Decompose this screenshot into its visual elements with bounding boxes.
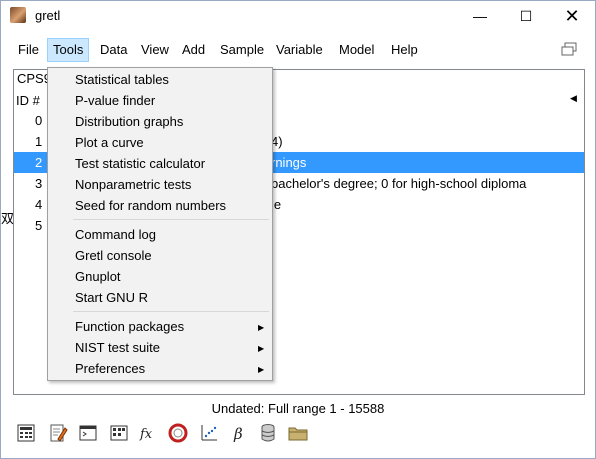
console-icon[interactable]: [77, 422, 99, 444]
title-bar[interactable]: gretl — ☐ ✕: [1, 1, 595, 31]
menu-item-plot-a-curve[interactable]: Plot a curve: [75, 133, 144, 153]
row-id: 1: [35, 134, 43, 149]
menu-help[interactable]: Help: [386, 39, 423, 61]
menu-model[interactable]: Model: [334, 39, 379, 61]
beta-model-icon[interactable]: β: [228, 422, 250, 444]
folder-icon[interactable]: [287, 422, 309, 444]
id-column-header[interactable]: ID #: [16, 93, 40, 108]
svg-text:fx: fx: [139, 427, 153, 442]
row-id: 3: [35, 176, 43, 191]
window-restore-icon[interactable]: [561, 42, 577, 56]
menu-bar: File Tools Data View Add Sample Variable…: [13, 38, 585, 63]
gretl-main-window: gretl — ☐ ✕ File Tools Data View Add Sam…: [0, 0, 596, 459]
menu-item-nonparametric-tests[interactable]: Nonparametric tests: [75, 175, 191, 195]
menu-tools[interactable]: Tools: [47, 38, 90, 62]
row-description: rnings: [271, 155, 307, 170]
plot-icon[interactable]: [198, 422, 220, 444]
menu-item-test-statistic-calculator[interactable]: Test statistic calculator: [75, 154, 205, 174]
dataset-label: CPS9: [17, 71, 51, 86]
menu-item-nist-test-suite[interactable]: NIST test suite: [75, 338, 160, 358]
calculator-icon[interactable]: [15, 422, 37, 444]
row-description: bachelor's degree; 0 for high-school dip…: [271, 176, 527, 191]
tools-dropdown-menu: Statistical tables P-value finder Distri…: [47, 67, 273, 381]
row-id: 2: [35, 155, 43, 170]
menu-sample[interactable]: Sample: [215, 39, 269, 61]
menu-item-command-log[interactable]: Command log: [75, 225, 156, 245]
submenu-arrow-icon: ▶: [258, 365, 265, 374]
edit-script-icon[interactable]: [47, 422, 69, 444]
row-id: 5: [35, 218, 43, 233]
menu-file[interactable]: File: [13, 39, 44, 61]
menu-item-preferences[interactable]: Preferences: [75, 359, 145, 379]
help-lifebuoy-icon[interactable]: [167, 422, 189, 444]
collapse-arrow-icon[interactable]: ◀: [570, 93, 577, 104]
row-id: 4: [35, 197, 43, 212]
menu-add[interactable]: Add: [177, 39, 210, 61]
menu-data[interactable]: Data: [95, 39, 132, 61]
status-bar: Undated: Full range 1 - 15588: [211, 401, 385, 416]
menu-view[interactable]: View: [136, 39, 174, 61]
menu-item-start-gnu-r[interactable]: Start GNU R: [75, 288, 148, 308]
menu-item-seed-random-numbers[interactable]: Seed for random numbers: [75, 196, 226, 216]
menu-variable[interactable]: Variable: [271, 39, 328, 61]
menu-item-distribution-graphs[interactable]: Distribution graphs: [75, 112, 183, 132]
window-title: gretl: [35, 8, 61, 23]
function-icon[interactable]: fx: [138, 422, 160, 444]
menu-separator: [73, 311, 269, 312]
menu-item-function-packages[interactable]: Function packages: [75, 317, 184, 337]
menu-separator: [73, 219, 269, 220]
menu-item-statistical-tables[interactable]: Statistical tables: [75, 70, 169, 90]
svg-text:β: β: [233, 425, 243, 443]
close-button[interactable]: ✕: [549, 1, 595, 31]
submenu-arrow-icon: ▶: [258, 323, 265, 332]
session-icon[interactable]: [108, 422, 130, 444]
menu-item-p-value-finder[interactable]: P-value finder: [75, 91, 155, 111]
gretl-app-icon: [10, 7, 26, 23]
maximize-button[interactable]: ☐: [503, 1, 549, 31]
minimize-button[interactable]: —: [457, 1, 503, 31]
database-icon[interactable]: [257, 422, 279, 444]
menu-item-gretl-console[interactable]: Gretl console: [75, 246, 152, 266]
menu-item-gnuplot[interactable]: Gnuplot: [75, 267, 121, 287]
submenu-arrow-icon: ▶: [258, 344, 265, 353]
row-id: 0: [35, 113, 43, 128]
